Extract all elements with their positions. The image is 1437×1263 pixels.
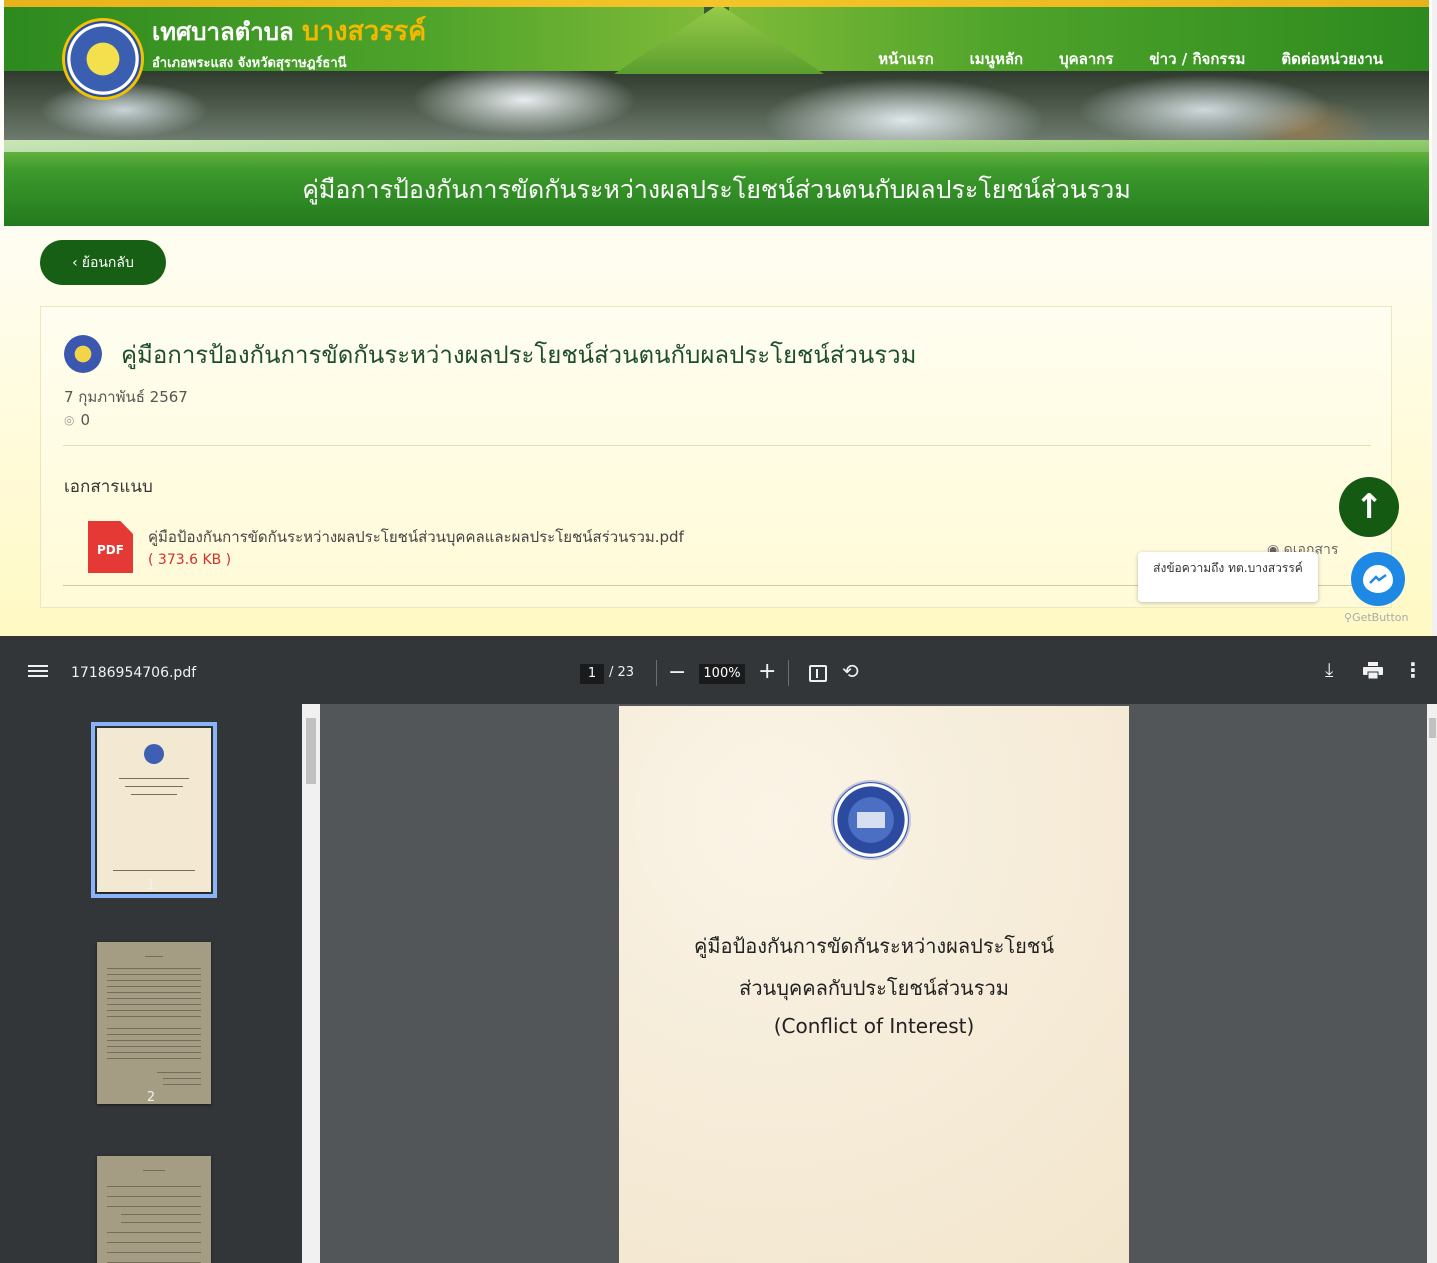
page-scrollbar[interactable] [1432,0,1437,638]
nav-personnel[interactable]: บุคลากร [1059,47,1113,71]
view-count-value: 0 [80,411,91,429]
zoom-out-icon[interactable]: − [668,660,686,685]
print-icon[interactable] [1363,662,1383,680]
back-button[interactable]: ‹ ย้อนกลับ [40,240,166,285]
title-bar: คู่มือการป้องกันการขัดกันระหว่างผลประโยช… [4,140,1429,226]
scroll-to-top-button[interactable]: ↑ [1339,477,1399,537]
attachment-link[interactable]: คู่มือป้องกันการขัดกันระหว่างผลประโยชน์ส… [148,525,684,549]
back-button-label: ย้อนกลับ [81,254,134,271]
menu-icon[interactable] [28,662,48,680]
page-thumbnail[interactable] [91,722,217,898]
thumbnail-number: 2 [146,1090,156,1105]
website-area: เทศบาลตำบล บางสวรรค์ อำเภอพระแสง จังหวัด… [0,0,1437,638]
card-title: คู่มือการป้องกันการขัดกันระหว่างผลประโยช… [121,341,917,369]
waterfall-image [4,70,1429,140]
thumbnail-number: 1 [146,878,156,893]
document-title-line1: คู่มือป้องกันการขัดกันระหว่างผลประโยชน์ [693,934,1055,958]
attachments-heading: เอกสารแนบ [64,477,153,497]
page-total: / 23 [609,665,635,680]
post-date: 7 กุมภาพันธ์ 2567 [64,388,188,406]
site-name: เทศบาลตำบล บางสวรรค์ [152,16,427,47]
getbutton-label: GetButton [1352,611,1409,624]
eye-icon: ◎ [64,413,75,427]
document-title-line2: ส่วนบุคคลกับประโยชน์ส่วนรวม [739,976,1009,1000]
site-name-highlight: บางสวรรค์ [302,16,427,47]
agency-seal-image [831,780,911,860]
view-count: ◎ 0 [64,411,90,429]
attachment-size: ( 373.6 KB ) [148,552,232,568]
document-title-line3: (Conflict of Interest) [773,1014,975,1038]
messenger-button[interactable] [1351,552,1405,606]
page-title: คู่มือการป้องกันการขัดกันระหว่างผลประโยช… [302,175,1131,204]
municipality-logo[interactable] [62,18,144,100]
pdf-file-icon[interactable]: PDF [88,521,133,573]
sidebar-scrollbar[interactable] [302,704,320,1263]
nav-main-menu[interactable]: เมนูหลัก [970,47,1023,71]
getbutton-credit[interactable]: ⚲GetButton [1344,611,1409,624]
arrow-up-icon: ↑ [1354,487,1384,527]
fit-page-icon[interactable] [809,665,827,682]
page-thumbnail[interactable] [97,942,211,1104]
site-subtitle: อำเภอพระแสง จังหวัดสุราษฎร์ธานี [152,56,347,71]
more-options-icon[interactable]: ⋮ [1403,658,1423,682]
thumbnail-sidebar: 1 2 [0,704,302,1263]
chevron-left-icon: ‹ [72,254,78,271]
zoom-in-icon[interactable]: + [758,659,776,684]
viewer-toolbar: 17186954706.pdf 1 / 23 − 100% + ⟲ ⤓ ⋮ [0,640,1437,704]
file-name: 17186954706.pdf [71,665,197,681]
site-name-main: เทศบาลตำบล [152,18,294,46]
messenger-icon [1363,565,1393,593]
rotate-icon[interactable]: ⟲ [842,659,859,683]
pdf-page: คู่มือป้องกันการขัดกันระหว่างผลประโยชน์ … [619,706,1129,1263]
nav-news[interactable]: ข่าว / กิจกรรม [1149,47,1245,71]
download-icon[interactable]: ⤓ [1325,659,1333,681]
main-nav: หน้าแรก เมนูหลัก บุคลากร ข่าว / กิจกรรม … [878,47,1383,71]
nav-home[interactable]: หน้าแรก [878,47,933,71]
page-thumbnail[interactable] [97,1156,211,1263]
page-number-input[interactable]: 1 [580,664,604,684]
divider [63,445,1371,446]
seal-icon [64,335,102,373]
document-scrollbar[interactable] [1427,704,1437,1263]
pdf-viewer: 17186954706.pdf 1 / 23 − 100% + ⟲ ⤓ ⋮ 1 [0,640,1437,1263]
nav-contact[interactable]: ติดต่อหน่วยงาน [1281,47,1383,71]
zoom-input[interactable]: 100% [699,664,745,684]
messenger-tooltip: ส่งข้อความถึง ทต.บางสวรรค์ [1138,552,1318,602]
getbutton-icon: ⚲ [1344,611,1353,624]
